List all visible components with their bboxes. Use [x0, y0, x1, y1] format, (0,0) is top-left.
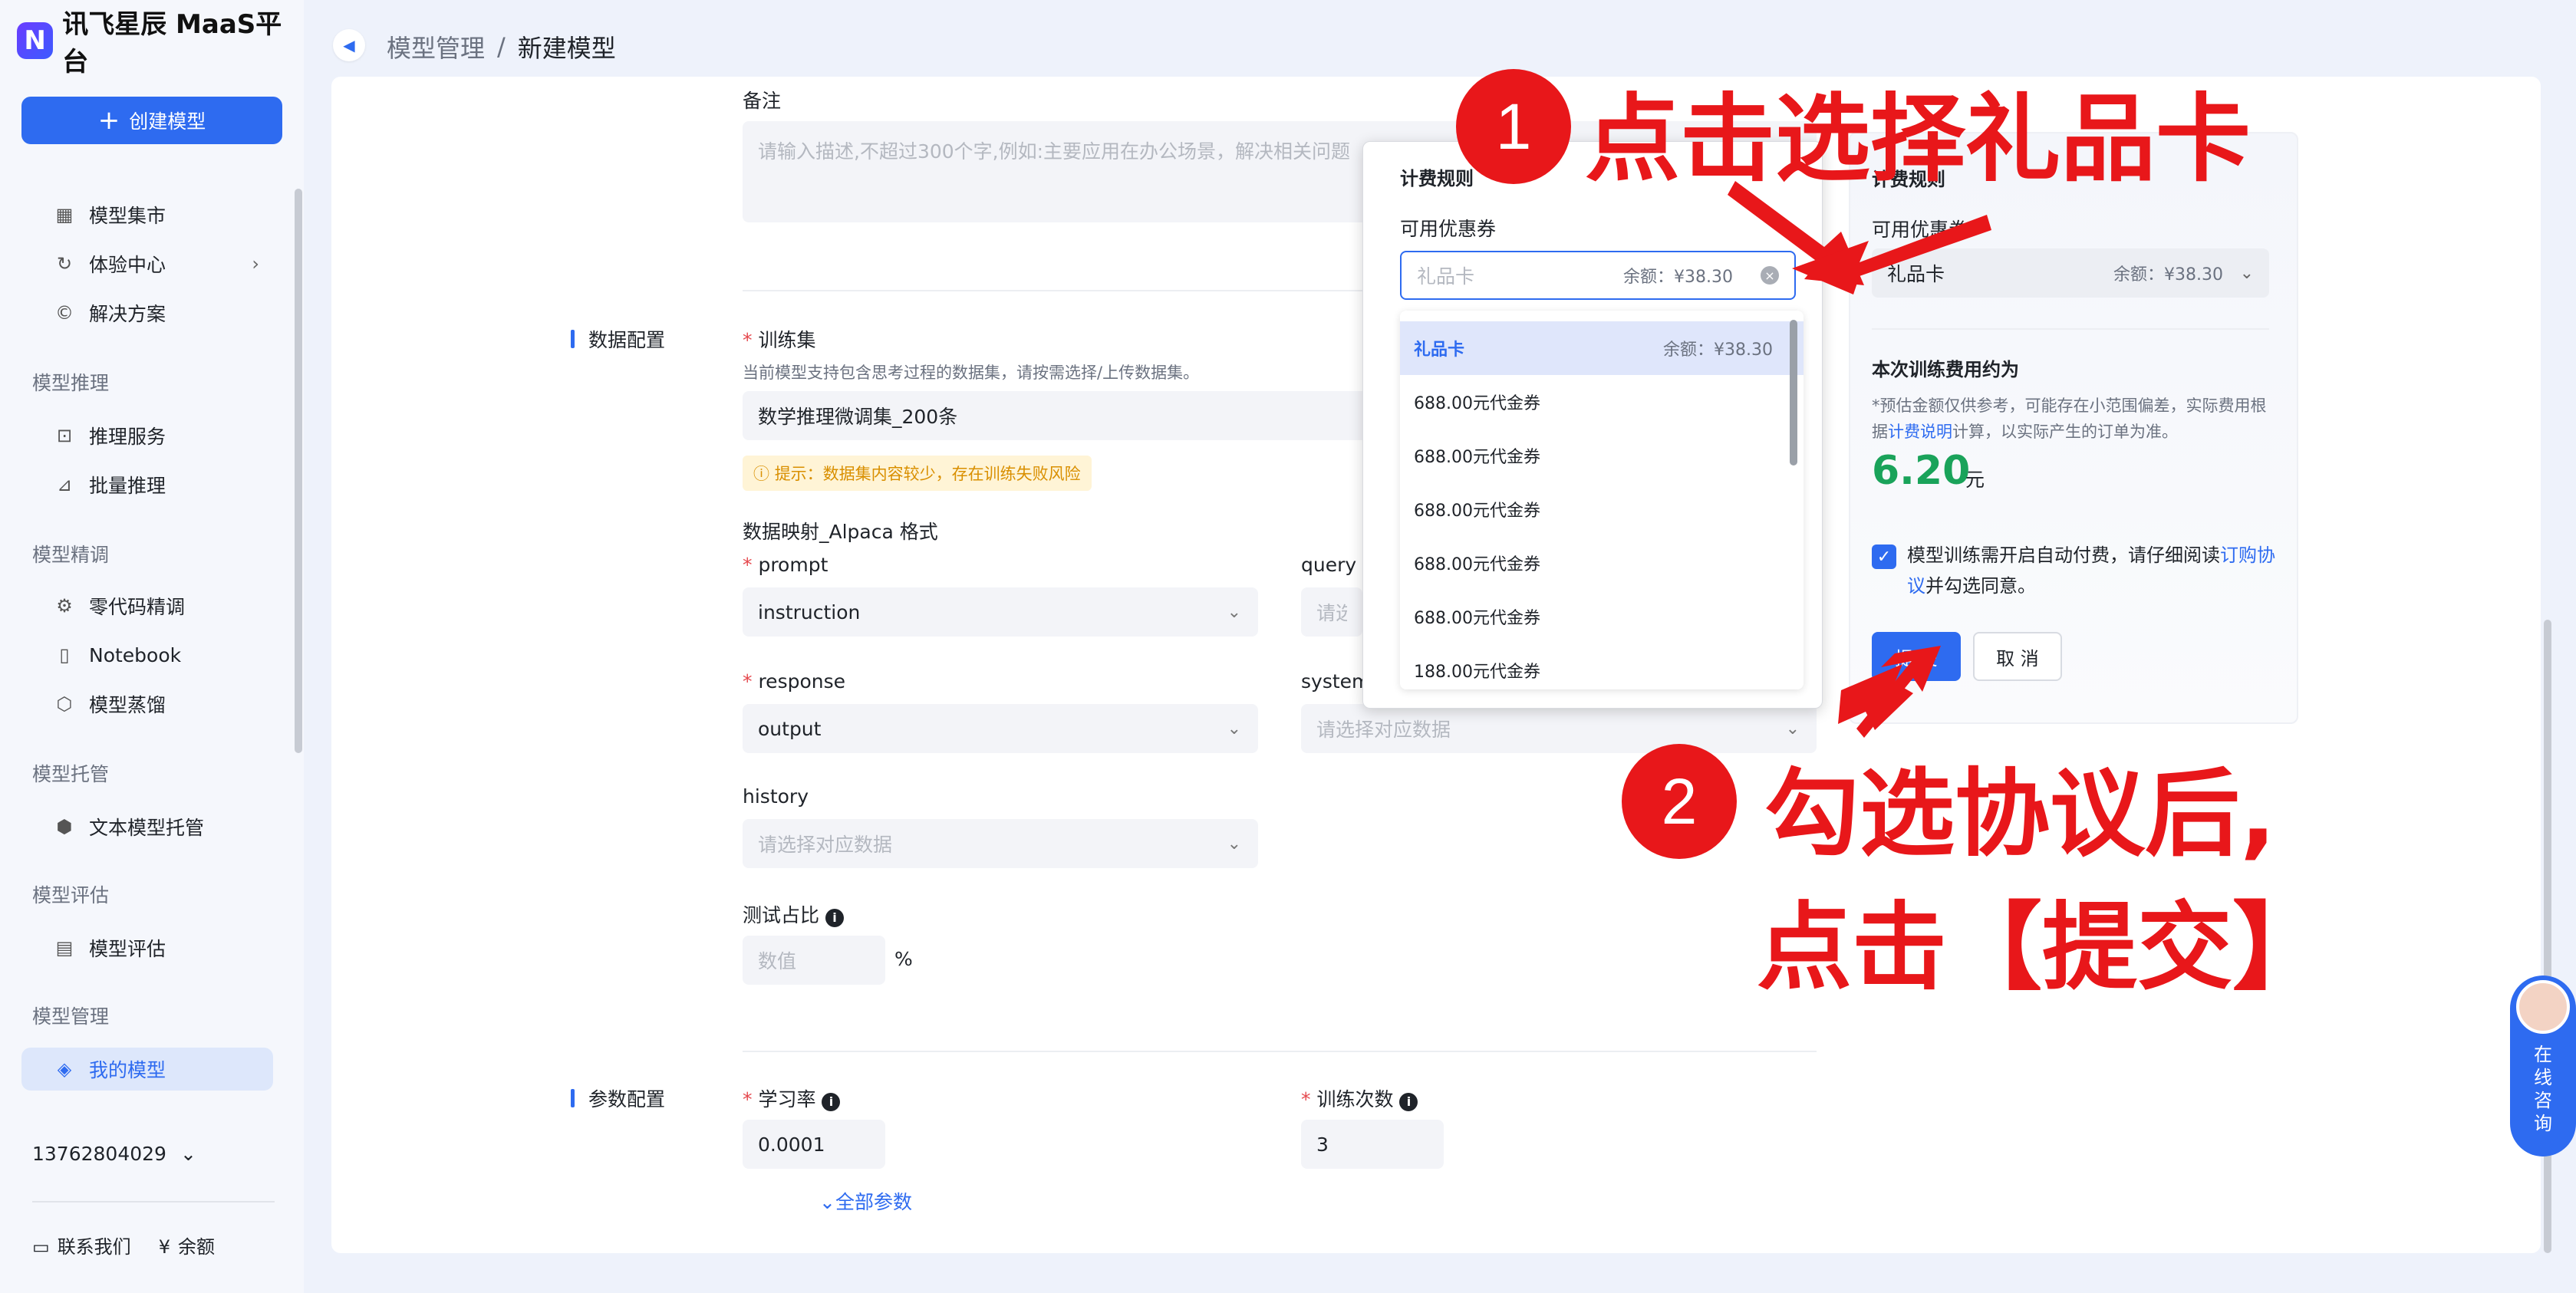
step-1-text: 点击选择礼品卡 — [1585, 84, 2252, 195]
consult-label: 在线咨询 — [2534, 1044, 2552, 1134]
avatar — [2516, 980, 2570, 1034]
step-2-badge: 2 — [1622, 744, 1737, 859]
step-2-text-line2: 点击【提交】 — [1757, 893, 2328, 1003]
step-2-text-line1: 勾选协议后, — [1764, 759, 2277, 870]
step-1-badge: 1 — [1456, 69, 1571, 184]
online-consult-button[interactable]: 在线咨询 — [2510, 976, 2576, 1156]
